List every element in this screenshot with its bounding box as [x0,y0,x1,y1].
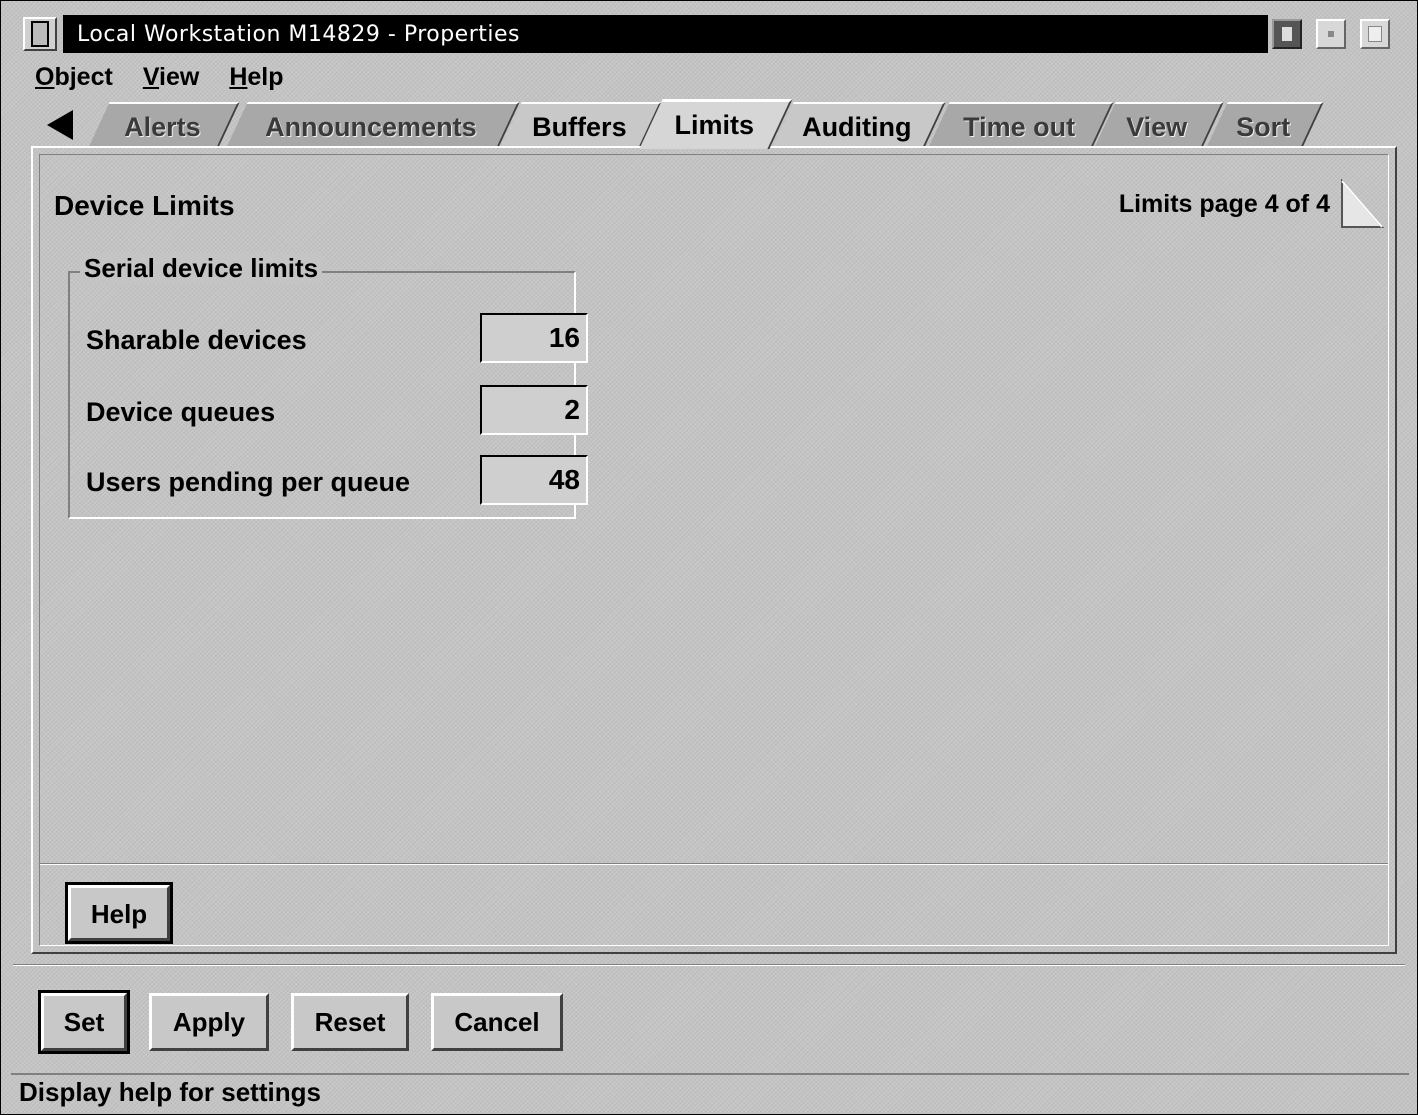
serial-device-limits-group: Serial device limits Sharable devices 16… [68,253,588,519]
menu-object[interactable]: Object [31,63,117,92]
menu-help[interactable]: Help [225,63,287,92]
title-bar-active[interactable]: Local Workstation M14829 - Properties [63,15,1268,53]
sharable-devices-spinbutton[interactable]: 16 [480,313,588,363]
minimize-button[interactable] [1316,19,1346,49]
group-label: Serial device limits [80,253,323,284]
window-title: Local Workstation M14829 - Properties [77,21,520,47]
page-help-button[interactable]: Help [65,882,173,944]
page-title: Device Limits [54,190,235,221]
apply-button[interactable]: Apply [149,993,269,1051]
set-button[interactable]: Set [38,990,130,1054]
sharable-devices-label: Sharable devices [86,325,307,355]
system-menu-icon[interactable] [23,17,57,51]
tab-time-out[interactable]: Time out [928,102,1114,148]
title-bar: Local Workstation M14829 - Properties [13,11,1413,57]
tab-alerts[interactable]: Alerts [88,102,240,148]
page-content: Device Limits Limits page 4 of 4 Serial … [39,154,1389,946]
notebook-tabs: Alerts Announcements Buffers Limits Audi… [41,99,1341,149]
tab-scroll-back-icon[interactable] [47,110,73,140]
users-pending-per-queue-spinbutton[interactable]: 48 [480,455,588,505]
reset-button[interactable]: Reset [291,993,409,1051]
notebook-page: Device Limits Limits page 4 of 4 Serial … [31,146,1397,954]
device-queues-label: Device queues [86,397,276,427]
tab-sort[interactable]: Sort [1206,102,1324,148]
device-queues-spinbutton[interactable]: 2 [480,385,588,435]
page-separator [40,863,1388,865]
maximize-button[interactable] [1360,19,1390,49]
page-indicator: Limits page 4 of 4 [1118,190,1330,218]
tab-auditing[interactable]: Auditing [772,102,946,148]
users-pending-per-queue-label: Users pending per queue [86,467,411,497]
dialog-separator [13,964,1405,966]
status-bar: Display help for settings [11,1073,1409,1109]
tab-announcements[interactable]: Announcements [226,102,520,148]
tab-limits[interactable]: Limits [639,99,793,149]
tab-view[interactable]: View [1094,102,1224,148]
menu-bar: Object View Help [31,59,288,95]
cancel-button[interactable]: Cancel [431,993,563,1051]
hide-window-icon[interactable] [1272,19,1302,49]
menu-view[interactable]: View [139,63,204,92]
properties-window: Local Workstation M14829 - Properties Ob… [0,0,1418,1115]
page-turn-icon[interactable] [1340,179,1384,229]
tab-buffers[interactable]: Buffers [500,102,662,148]
